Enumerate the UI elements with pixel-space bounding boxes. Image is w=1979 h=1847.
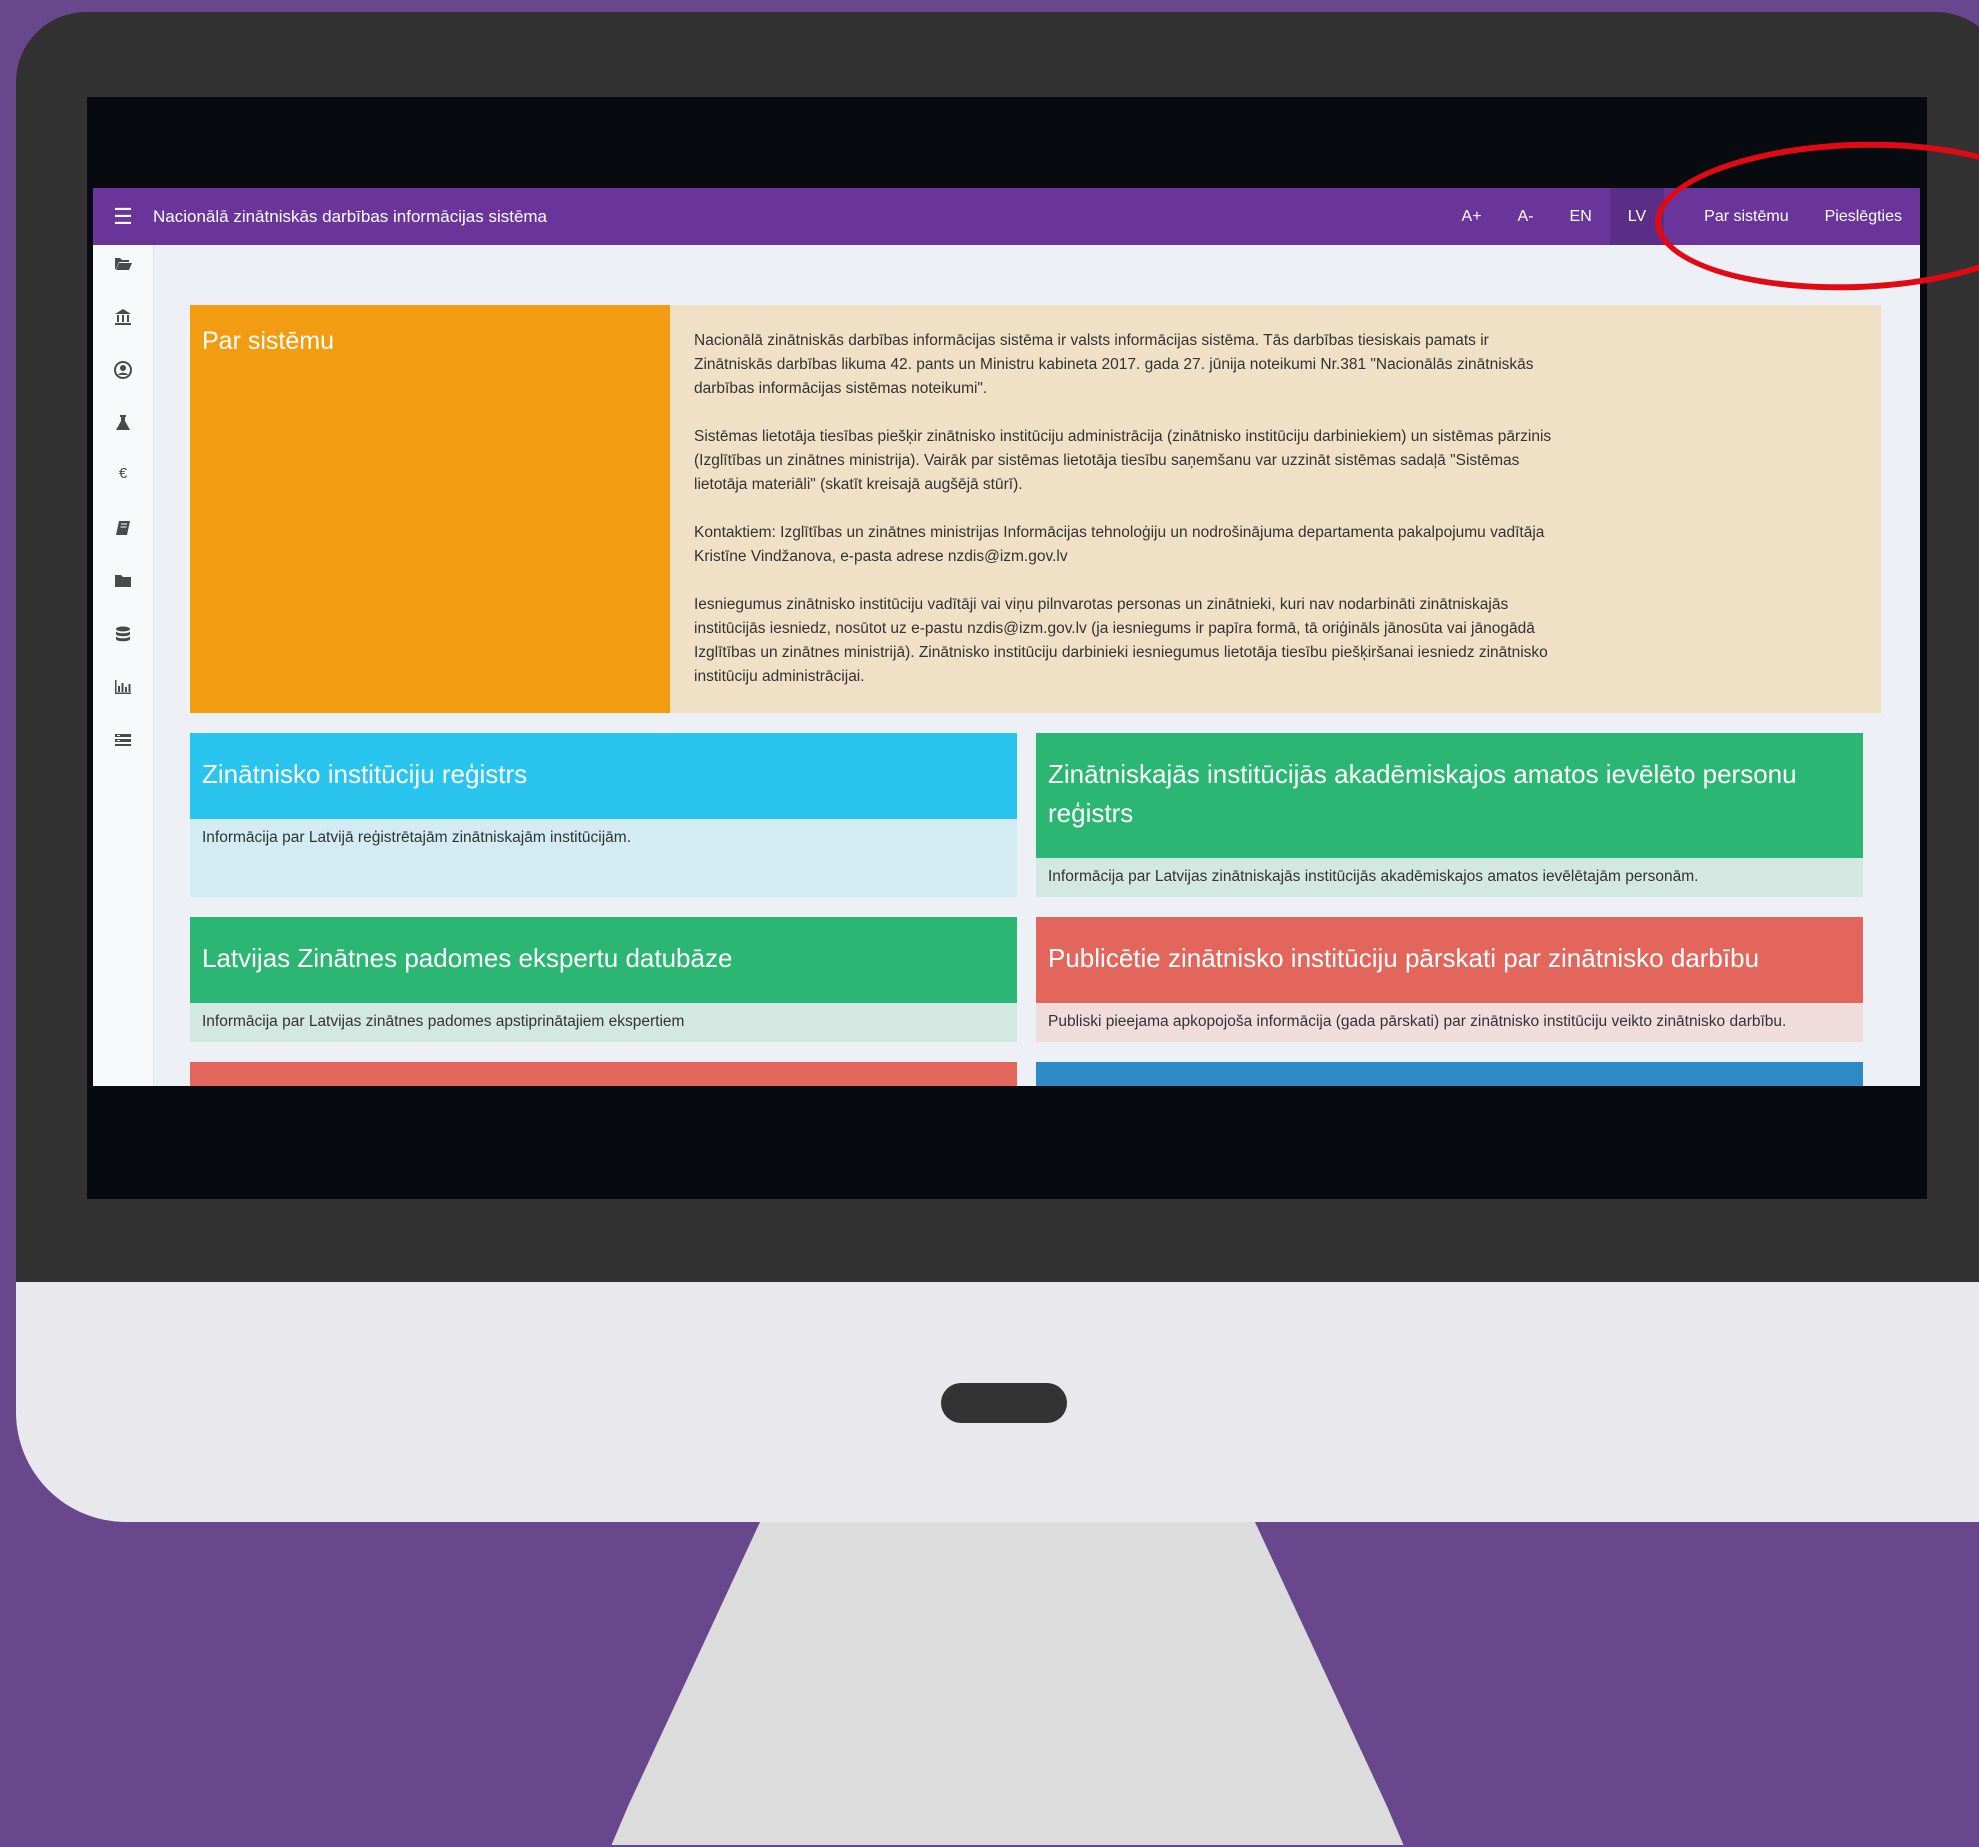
language-en-button[interactable]: EN [1552,188,1610,245]
about-panel-text: Nacionālā zinātniskās darbības informāci… [670,305,1578,713]
card-partial-blue[interactable] [1036,1062,1863,1086]
card-title: Zinātniskajās institūcijās akadēmiskajos… [1036,733,1863,858]
database-icon[interactable] [93,626,153,648]
about-panel: Par sistēmu Nacionālā zinātniskās darbīb… [190,305,1881,713]
book-icon[interactable] [93,520,153,540]
folder-icon[interactable] [93,573,153,592]
card-academic-positions-registry[interactable]: Zinātniskajās institūcijās akadēmiskajos… [1036,733,1863,897]
card-description: Informācija par Latvijas zinātnes padome… [190,1003,1017,1042]
hamburger-menu-icon[interactable]: ☰ [93,188,153,245]
about-paragraph: Kontaktiem: Izglītības un zinātnes minis… [694,524,1545,565]
list-icon[interactable] [93,732,153,752]
card-title [1036,1062,1863,1086]
card-institution-registry[interactable]: Zinātnisko institūciju reģistrs Informāc… [190,733,1017,897]
institution-icon[interactable] [93,308,153,330]
card-description: Publiski pieejama apkopojoša informācija… [1036,1003,1863,1042]
folder-open-icon[interactable] [93,255,153,275]
app-title: Nacionālā zinātniskās darbības informāci… [153,206,548,226]
bar-chart-icon[interactable] [93,679,153,699]
sidebar: € [93,245,154,1086]
app-viewport: ☰ Nacionālā zinātniskās darbības informā… [93,188,1920,1086]
font-increase-button[interactable]: A+ [1444,188,1500,245]
card-experts-database[interactable]: Latvijas Zinātnes padomes ekspertu datub… [190,917,1017,1042]
card-title [190,1062,1017,1086]
about-paragraph: Nacionālā zinātniskās darbības informāci… [694,332,1534,397]
flask-icon[interactable] [93,414,153,436]
card-title: Publicētie zinātnisko institūciju pārska… [1036,917,1863,1003]
euro-icon[interactable]: € [93,465,153,482]
about-paragraph: Sistēmas lietotāja tiesības piešķir zinā… [694,428,1552,493]
card-published-reports[interactable]: Publicētie zinātnisko institūciju pārska… [1036,917,1863,1042]
monitor-stand [611,1522,1404,1845]
user-circle-icon[interactable] [93,361,153,383]
monitor-logo-slot [941,1383,1067,1423]
card-partial-red[interactable] [190,1062,1017,1086]
card-description: Informācija par Latvijas zinātniskajās i… [1036,858,1863,897]
top-navbar: ☰ Nacionālā zinātniskās darbības informā… [93,188,1920,245]
font-decrease-button[interactable]: A- [1500,188,1552,245]
card-title: Zinātnisko institūciju reģistrs [190,733,1017,819]
about-panel-title: Par sistēmu [190,305,670,713]
card-description: Informācija par Latvijā reģistrētajām zi… [190,819,1017,897]
card-title: Latvijas Zinātnes padomes ekspertu datub… [190,917,1017,1003]
about-paragraph: Iesniegumus zinātnisko institūciju vadīt… [694,596,1548,685]
